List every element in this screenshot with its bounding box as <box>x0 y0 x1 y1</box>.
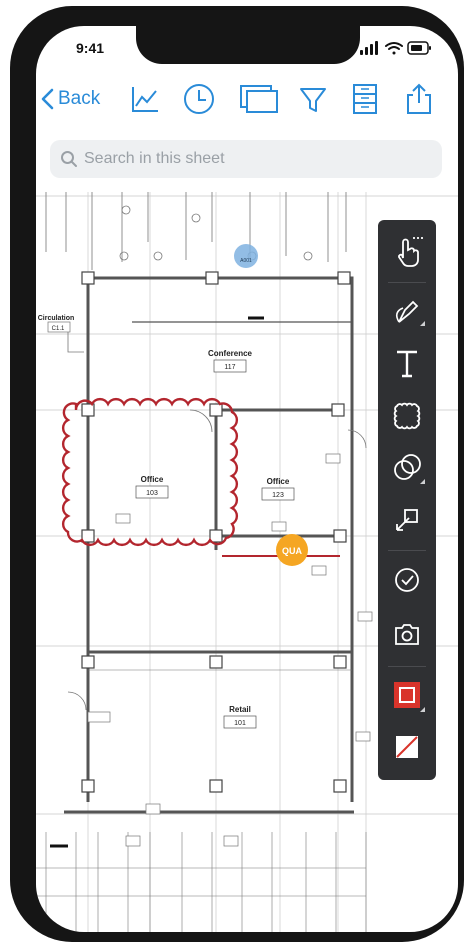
expand-indicator <box>420 321 425 326</box>
touch-tool[interactable] <box>383 228 431 272</box>
expand-indicator <box>420 707 425 712</box>
search-bar[interactable] <box>50 140 442 178</box>
top-columns <box>45 192 347 270</box>
cloud-shape-icon <box>393 402 421 430</box>
back-label: Back <box>58 88 101 109</box>
room-office-103[interactable]: Office 103 <box>135 475 169 499</box>
notch <box>136 26 360 64</box>
separator <box>388 666 426 667</box>
dimension-lines <box>36 669 367 932</box>
check-tool[interactable] <box>383 558 431 602</box>
camera-icon <box>395 624 419 645</box>
room-name: Office <box>141 475 164 484</box>
search-input[interactable] <box>84 140 424 178</box>
phone-screen: 9:41 Back Search in this sheet Conferenc… <box>36 26 458 932</box>
share-icon[interactable] <box>402 82 436 116</box>
room-name: Circulation <box>38 315 75 322</box>
marker-label: A001 <box>240 258 252 264</box>
room-number: 123 <box>272 492 284 499</box>
room-office-123[interactable]: Office 123 <box>261 477 295 501</box>
room-retail[interactable]: Retail 101 <box>223 705 257 729</box>
filter-icon[interactable] <box>296 82 330 116</box>
check-icon <box>395 568 419 592</box>
shapes-tool[interactable] <box>383 446 431 490</box>
qua-marker[interactable]: QUA <box>276 534 308 566</box>
toolbar: Back <box>36 78 458 122</box>
layers-icon[interactable] <box>348 82 382 116</box>
status-icons <box>360 41 431 55</box>
phone-frame: 9:41 Back Search in this sheet Conferenc… <box>10 6 464 942</box>
chart-icon[interactable] <box>128 82 162 116</box>
room-number: 103 <box>146 490 158 497</box>
crop-tool[interactable] <box>383 498 431 542</box>
battery-icon <box>407 41 431 55</box>
marker-label: QUA <box>282 546 303 556</box>
text-icon <box>397 350 417 378</box>
crop-icon <box>396 509 418 531</box>
fill-color-icon <box>396 736 418 758</box>
separator <box>388 550 426 551</box>
pen-tool[interactable] <box>383 288 431 332</box>
touch-icon <box>398 237 423 267</box>
text-tool[interactable] <box>383 342 431 386</box>
expand-indicator <box>420 479 425 484</box>
chevron-left-icon <box>41 88 54 110</box>
back-button[interactable]: Back <box>40 86 100 112</box>
markup-tool-panel <box>378 220 436 780</box>
room-number: 117 <box>224 364 235 371</box>
status-time: 9:41 <box>76 40 105 56</box>
room-conference[interactable]: Conference 117 <box>208 349 253 373</box>
search-icon <box>61 151 77 167</box>
fill-color-button[interactable] <box>383 726 431 770</box>
stroke-color-button[interactable] <box>383 674 431 718</box>
sheet-link-marker[interactable]: A001 <box>234 244 258 268</box>
room-number: C1.1 <box>52 326 65 332</box>
wifi-icon <box>385 42 403 55</box>
room-name: Conference <box>208 349 253 358</box>
clock-icon[interactable] <box>182 82 216 116</box>
sheets-icon[interactable] <box>238 82 280 116</box>
signal-icon <box>360 41 378 55</box>
room-name: Office <box>267 477 290 486</box>
separator <box>388 282 426 283</box>
drawing-marks <box>50 316 264 848</box>
room-number: 101 <box>234 720 246 727</box>
cloud-tool[interactable] <box>383 394 431 438</box>
camera-tool[interactable] <box>383 612 431 656</box>
room-name: Retail <box>229 705 251 714</box>
